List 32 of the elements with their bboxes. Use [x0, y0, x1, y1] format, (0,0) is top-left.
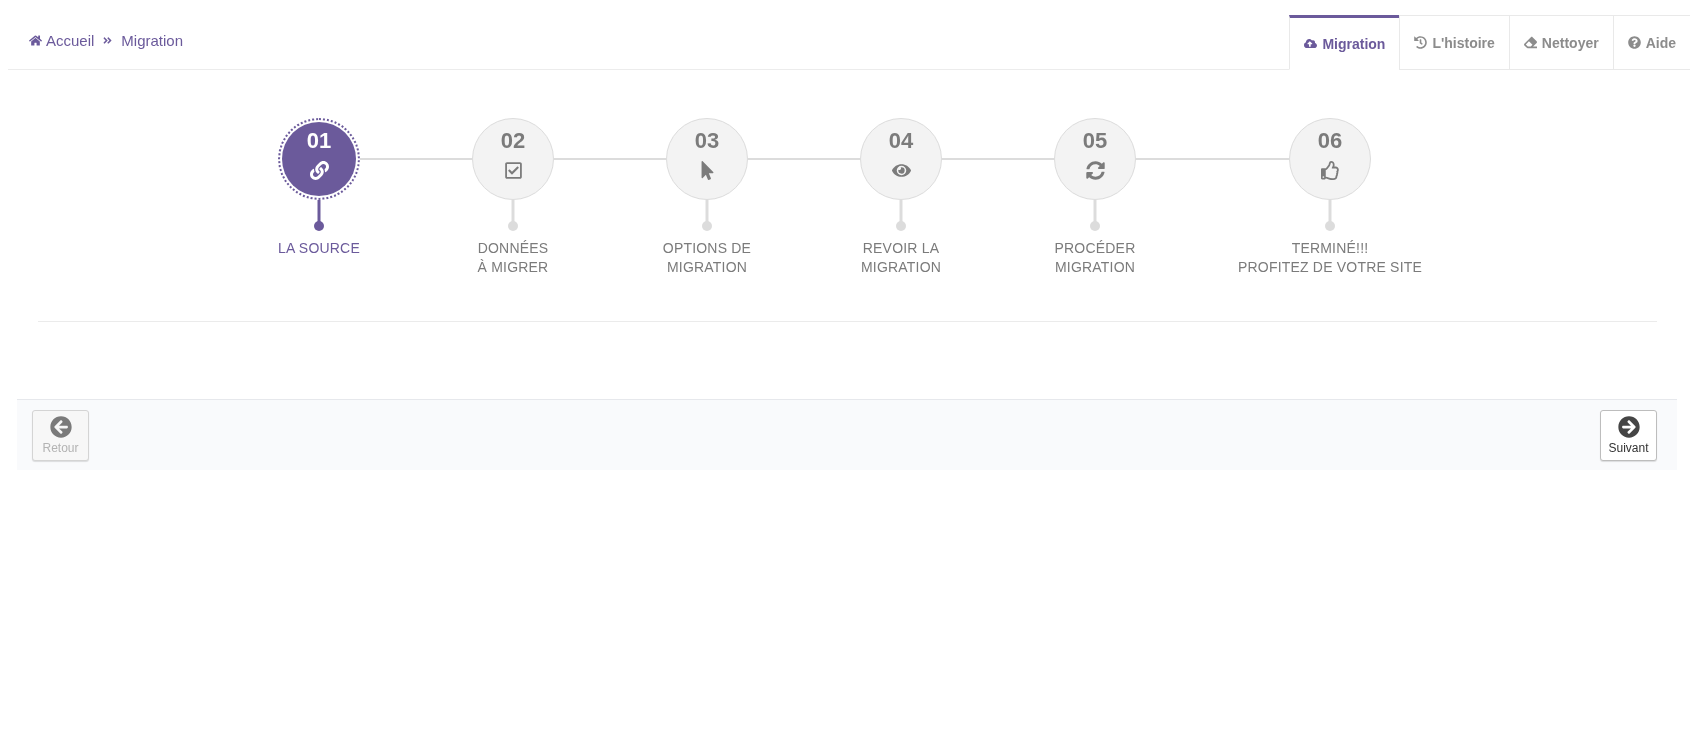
step-label: DONNÉES À MIGRER [477, 239, 549, 277]
tab[interactable]: Aide [1612, 15, 1690, 70]
step-number: 03 [694, 130, 720, 152]
cloud-upload-icon [1304, 37, 1318, 50]
forward-arrow-icon [1617, 416, 1640, 438]
step-label: TERMINÉ!!! PROFITEZ DE VOTRE SITE [1237, 239, 1423, 277]
back-arrow-icon [49, 416, 72, 438]
step-label: LA SOURCE [278, 239, 360, 258]
double-chevron-icon [103, 35, 113, 46]
eye-icon [891, 161, 911, 180]
breadcrumb-current: Migration [121, 32, 184, 49]
home-icon [29, 34, 42, 47]
tab[interactable]: L'histoire [1399, 15, 1509, 70]
history-icon [1414, 36, 1428, 49]
breadcrumb-link[interactable]: Accueil [29, 32, 95, 49]
step-number: 06 [1317, 130, 1343, 152]
step-number: 01 [306, 130, 332, 152]
step-number: 02 [500, 130, 526, 152]
step-number: 04 [888, 130, 914, 152]
checked-box-icon [503, 161, 523, 180]
refresh-icon [1085, 161, 1105, 180]
step-number: 05 [1082, 130, 1108, 152]
eraser-icon [1523, 36, 1537, 49]
step-label: PROCÉDER MIGRATION [1054, 239, 1136, 277]
next-button[interactable]: Suivant [1600, 410, 1657, 461]
chain-link-icon [309, 161, 329, 180]
step-label: OPTIONS DE MIGRATION [662, 239, 752, 277]
step-label: REVOIR LA MIGRATION [860, 239, 942, 277]
tab[interactable]: Migration [1289, 15, 1400, 70]
help-icon [1627, 36, 1641, 49]
thumbs-up-icon [1320, 161, 1340, 180]
tab[interactable]: Nettoyer [1508, 15, 1613, 70]
